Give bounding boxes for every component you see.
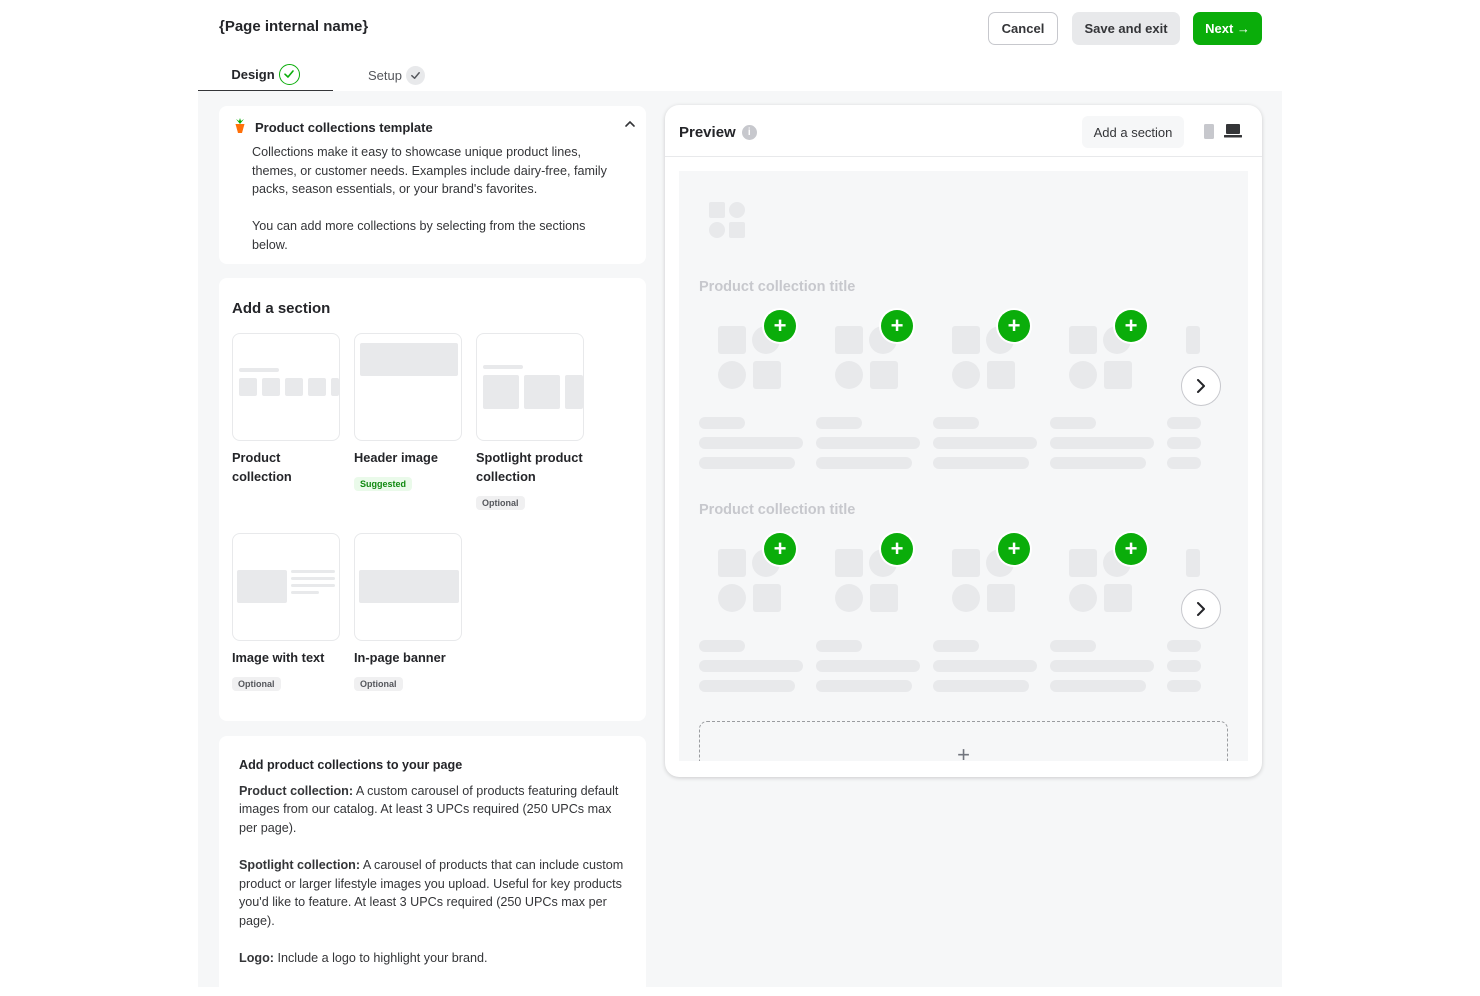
preview-header: Preview i Add a section: [665, 105, 1262, 157]
tile-label-image-with-text: Image with text: [232, 650, 325, 665]
preview-add-section-button[interactable]: Add a section: [1082, 116, 1184, 148]
add-section-dropzone[interactable]: +: [699, 721, 1228, 761]
tile-line-placeholder: [291, 577, 335, 580]
add-product-plus-icon[interactable]: +: [764, 533, 796, 565]
preview-canvas: Product collection title + + + + Product co…: [679, 171, 1248, 761]
add-product-plus-icon[interactable]: +: [881, 310, 913, 342]
tile-box-placeholder: [308, 378, 326, 396]
info-term: Spotlight collection:: [239, 857, 361, 872]
tile-label-product-collection: Product collection: [232, 450, 292, 484]
chevron-up-icon[interactable]: [622, 116, 638, 132]
next-button[interactable]: Next →: [1193, 12, 1262, 45]
add-product-plus-icon[interactable]: +: [1115, 310, 1147, 342]
desktop-device-icon[interactable]: [1224, 123, 1242, 144]
tab-design[interactable]: Design: [198, 58, 333, 92]
info-item-logo: Logo: Include a logo to highlight your b…: [239, 949, 624, 968]
tile-box-placeholder: [565, 375, 583, 409]
add-product-plus-icon[interactable]: +: [764, 310, 796, 342]
tile-banner-placeholder: [359, 570, 459, 603]
template-description: Collections make it easy to showcase uni…: [252, 145, 607, 197]
chevron-right-icon: [1197, 602, 1205, 616]
tile-box-placeholder: [524, 375, 560, 409]
mobile-device-icon[interactable]: [1203, 123, 1215, 145]
section-tile-image-with-text[interactable]: [232, 533, 340, 641]
save-and-exit-button[interactable]: Save and exit: [1072, 12, 1180, 45]
tab-setup-label: Setup: [368, 67, 402, 83]
add-product-plus-icon[interactable]: +: [998, 310, 1030, 342]
tab-setup[interactable]: Setup: [333, 58, 460, 92]
add-product-plus-icon[interactable]: +: [998, 533, 1030, 565]
chevron-right-icon: [1197, 379, 1205, 393]
tab-bar: Design Setup: [198, 58, 460, 92]
tile-box-placeholder: [285, 378, 303, 396]
page-title: {Page internal name}: [219, 18, 369, 35]
tile-image-placeholder: [237, 570, 287, 603]
check-pending-icon: [405, 65, 425, 85]
tile-label-in-page-banner: In-page banner: [354, 650, 446, 665]
product-placeholder: +: [816, 533, 920, 694]
check-complete-icon: [278, 63, 300, 85]
optional-badge: Optional: [476, 496, 525, 510]
info-card-title: Add product collections to your page: [239, 758, 463, 772]
preview-panel: Preview i Add a section Product collecti…: [665, 105, 1262, 777]
preview-title-text: Preview: [679, 124, 736, 141]
tile-line-placeholder: [239, 368, 279, 372]
product-placeholder: +: [1050, 533, 1154, 694]
template-hint: You can add more collections by selectin…: [252, 219, 586, 252]
product-placeholder: +: [933, 533, 1037, 694]
add-section-title: Add a section: [232, 300, 331, 317]
add-product-plus-icon[interactable]: +: [881, 533, 913, 565]
info-card: Add product collections to your page Pro…: [219, 736, 646, 996]
plus-icon: +: [957, 742, 970, 761]
info-text: Include a logo to highlight your brand.: [273, 950, 488, 965]
tile-line-placeholder: [483, 365, 523, 369]
section-tile-header-image[interactable]: [354, 333, 462, 441]
carousel-next-button[interactable]: [1181, 589, 1221, 629]
product-placeholder: +: [699, 533, 803, 694]
tile-label-header-image: Header image: [354, 450, 438, 465]
template-card-header: Product collections template: [233, 118, 433, 137]
tile-box-placeholder: [239, 378, 257, 396]
add-product-plus-icon[interactable]: +: [1115, 533, 1147, 565]
info-term: Product collection:: [239, 783, 354, 798]
tile-box-placeholder: [331, 378, 339, 396]
tile-box-placeholder: [483, 375, 519, 409]
tile-label-spotlight-collection: Spotlight product collection: [476, 450, 583, 484]
section-tile-spotlight-collection[interactable]: [476, 333, 584, 441]
optional-badge: Optional: [354, 677, 403, 691]
template-card-title: Product collections template: [255, 120, 433, 135]
section-tile-in-page-banner[interactable]: [354, 533, 462, 641]
cancel-button[interactable]: Cancel: [988, 12, 1058, 45]
template-card-body: Collections make it easy to showcase uni…: [252, 143, 622, 255]
tile-line-placeholder: [291, 570, 335, 573]
tab-design-label: Design: [231, 66, 275, 82]
template-card: Product collections template Collections…: [219, 106, 646, 264]
info-icon[interactable]: i: [741, 125, 757, 140]
preview-product-row: + + + +: [679, 394, 1248, 694]
section-tile-product-collection[interactable]: [232, 333, 340, 441]
carrot-icon: [233, 118, 247, 137]
preview-title: Preview i: [679, 124, 757, 141]
add-section-card: Add a section Product collection Header …: [219, 278, 646, 721]
suggested-badge: Suggested: [354, 477, 413, 491]
info-item-spotlight-collection: Spotlight collection: A carousel of prod…: [239, 856, 624, 930]
tile-line-placeholder: [291, 591, 319, 594]
tile-image-placeholder: [360, 343, 458, 376]
app-root: {Page internal name} Cancel Save and exi…: [0, 0, 1480, 996]
tile-box-placeholder: [262, 378, 280, 396]
info-item-product-collection: Product collection: A custom carousel of…: [239, 782, 624, 838]
optional-badge: Optional: [232, 677, 281, 691]
info-term: Logo:: [239, 950, 274, 965]
tile-line-placeholder: [291, 584, 335, 587]
